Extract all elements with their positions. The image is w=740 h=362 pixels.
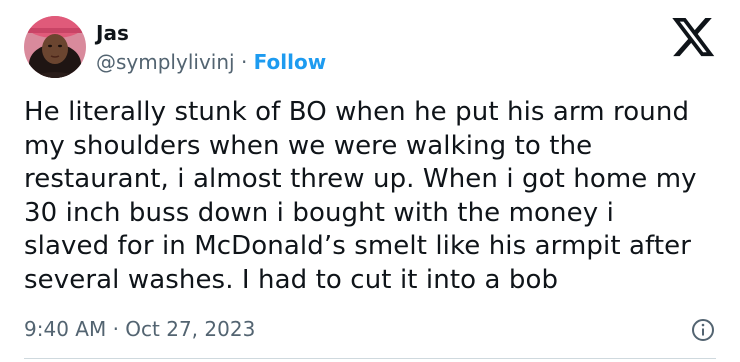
tweet-text: He literally stunk of BO when he put his… [24,97,697,295]
avatar-photo-icon [24,16,86,78]
tweet-meta: 9:40 AM · Oct 27, 2023 [24,315,255,343]
avatar[interactable] [24,16,86,78]
tweet-time[interactable]: 9:40 AM [24,317,106,341]
author-handle[interactable]: @symplylivinj [96,50,235,74]
follow-button[interactable]: Follow [254,50,327,74]
author-handle-row: @symplylivinj · Follow [96,48,326,76]
handle-separator: · [240,50,254,74]
x-logo-icon[interactable] [672,18,716,58]
tweet-date[interactable]: Oct 27, 2023 [125,317,255,341]
meta-separator: · [112,317,126,341]
info-icon[interactable] [690,317,716,343]
author-name[interactable]: Jas [96,20,129,46]
divider [24,358,716,359]
tweet-card: Jas @symplylivinj · Follow He literally … [0,0,740,362]
